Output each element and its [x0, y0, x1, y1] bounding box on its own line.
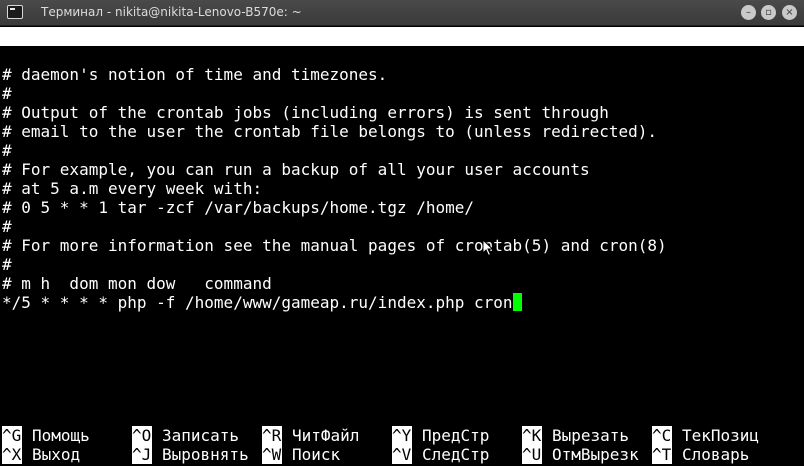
- shortcut-help[interactable]: ^G Помощь: [2, 426, 90, 445]
- shortcut-label: ПредСтр: [422, 426, 490, 445]
- editor-line[interactable]: # Output of the crontab jobs (including …: [2, 103, 609, 122]
- terminal-window: Терминал - nikita@nikita-Lenovo-B570e: ~…: [0, 0, 804, 466]
- editor-line[interactable]: # email to the user the crontab file bel…: [2, 122, 657, 141]
- shortcut-key: ^K: [522, 426, 542, 445]
- shortcut-label: Словарь: [682, 445, 750, 464]
- shortcut-key: ^U: [522, 445, 542, 464]
- shortcut-cut[interactable]: ^K Вырезать: [522, 426, 629, 445]
- shortcut-next-page[interactable]: ^V СледСтр: [392, 445, 489, 464]
- shortcut-key: ^C: [652, 426, 672, 445]
- terminal-area[interactable]: GNU nano 2.2.6 Файл: /tmp/crontab.BEEnYc…: [0, 26, 804, 466]
- shortcut-uncut[interactable]: ^U ОтмВырезк: [522, 445, 639, 464]
- shortcut-key: ^G: [2, 426, 22, 445]
- editor-line-text[interactable]: */5 * * * * php -f /home/www/gameap.ru/i…: [2, 293, 513, 312]
- mouse-pointer-icon: [482, 239, 494, 257]
- shortcut-read-file[interactable]: ^R ЧитФайл: [262, 426, 359, 445]
- editor-line[interactable]: # at 5 a.m every week with:: [2, 179, 262, 198]
- shortcut-key: ^W: [262, 445, 282, 464]
- shortcut-spell[interactable]: ^T Словарь: [652, 445, 749, 464]
- shortcut-key: ^V: [392, 445, 412, 464]
- editor-line[interactable]: #: [2, 141, 12, 160]
- editor-line[interactable]: #: [2, 255, 12, 274]
- editor-line[interactable]: # daemon's notion of time and timezones.: [2, 65, 387, 84]
- editor-line[interactable]: # For example, you can run a backup of a…: [2, 160, 590, 179]
- shortcut-label: Поиск: [292, 445, 341, 464]
- editor-line[interactable]: #: [2, 217, 12, 236]
- title-bar[interactable]: Терминал - nikita@nikita-Lenovo-B570e: ~…: [0, 0, 804, 26]
- close-button[interactable]: ×: [782, 5, 797, 20]
- shortcut-key: ^R: [262, 426, 282, 445]
- shortcut-label: Вырезать: [552, 426, 630, 445]
- text-cursor: [512, 293, 522, 311]
- editor-line[interactable]: # m h dom mon dow command: [2, 274, 272, 293]
- editor-line[interactable]: #: [2, 84, 12, 103]
- shortcut-prev-page[interactable]: ^Y ПредСтр: [392, 426, 489, 445]
- editor-line[interactable]: # For more information see the manual pa…: [2, 236, 667, 255]
- shortcut-cur-pos[interactable]: ^C ТекПозиц: [652, 426, 759, 445]
- shortcut-key: ^Y: [392, 426, 412, 445]
- editor-text-area[interactable]: # daemon's notion of time and timezones.…: [0, 26, 804, 426]
- shortcut-write[interactable]: ^O Записать: [132, 426, 239, 445]
- shortcut-label: Записать: [162, 426, 240, 445]
- shortcut-where-is[interactable]: ^W Поиск: [262, 445, 340, 464]
- shortcut-label: ЧитФайл: [292, 426, 360, 445]
- shortcut-key: ^J: [132, 445, 152, 464]
- shortcut-label: Выход: [32, 445, 81, 464]
- editor-line-current[interactable]: */5 * * * * php -f /home/www/gameap.ru/i…: [2, 293, 522, 312]
- editor-line[interactable]: # 0 5 * * 1 tar -zcf /var/backups/home.t…: [2, 198, 474, 217]
- window-title: Терминал - nikita@nikita-Lenovo-B570e: ~: [41, 5, 302, 19]
- minimize-button[interactable]: –: [741, 5, 756, 20]
- shortcut-justify[interactable]: ^J Выровнять: [132, 445, 249, 464]
- shortcut-label: Выровнять: [162, 445, 249, 464]
- shortcut-label: Помощь: [32, 426, 90, 445]
- shortcut-label: ОтмВырезк: [552, 445, 639, 464]
- shortcut-label: ТекПозиц: [682, 426, 760, 445]
- shortcut-label: СледСтр: [422, 445, 490, 464]
- shortcut-key: ^O: [132, 426, 152, 445]
- shortcut-exit[interactable]: ^X Выход: [2, 445, 80, 464]
- terminal-icon: [7, 5, 23, 19]
- maximize-button[interactable]: ▫: [761, 5, 776, 20]
- shortcut-key: ^X: [2, 445, 22, 464]
- shortcut-key: ^T: [652, 445, 672, 464]
